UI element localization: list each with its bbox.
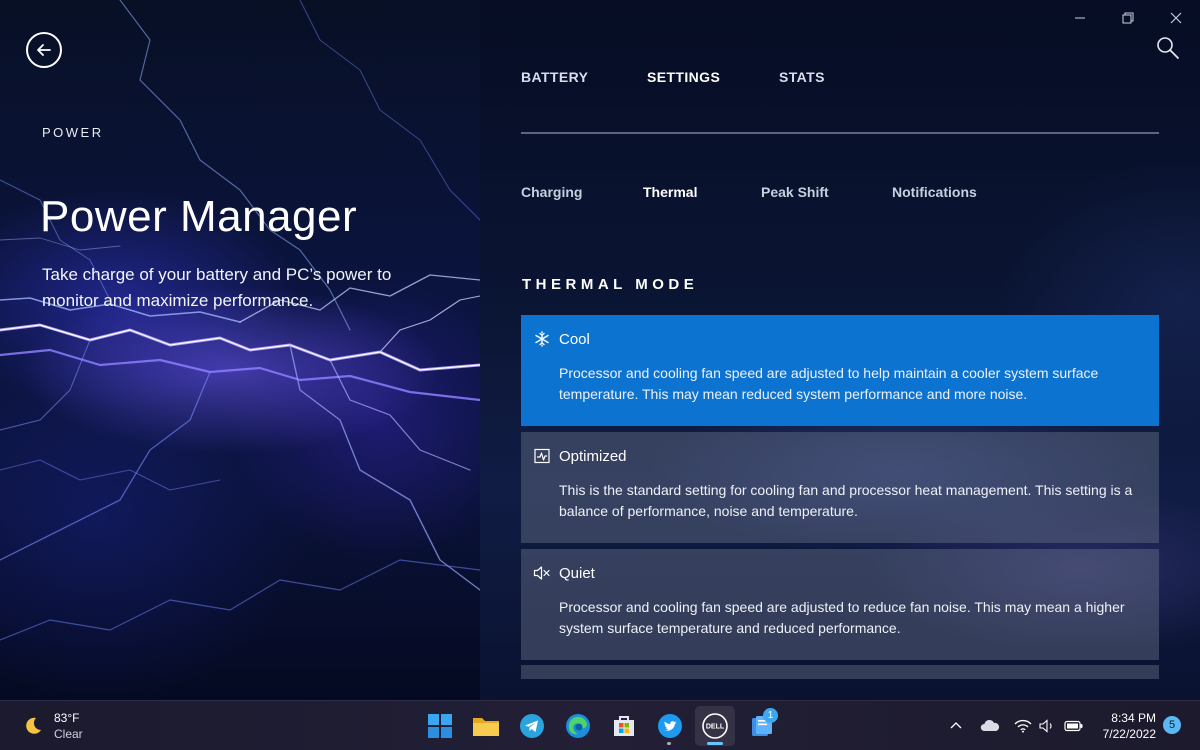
wifi-tray[interactable] <box>1013 716 1033 736</box>
volume-tray[interactable] <box>1038 716 1058 736</box>
mode-description: This is the standard setting for cooling… <box>559 482 1133 519</box>
taskbar-telegram[interactable] <box>517 711 547 741</box>
svg-text:DELL: DELL <box>706 724 725 731</box>
moon-icon <box>26 717 41 734</box>
taskbar-twitter[interactable] <box>655 711 685 741</box>
page-description: Take charge of your battery and PC’s pow… <box>42 265 392 310</box>
subtab-charging[interactable]: Charging <box>521 184 582 200</box>
clock-date: 7/22/2022 <box>1102 727 1156 741</box>
taskbar-edge[interactable] <box>563 711 593 741</box>
battery-icon <box>1064 720 1083 732</box>
tab-settings[interactable]: SETTINGS <box>647 69 779 85</box>
taskbar-microsoft-store[interactable] <box>609 711 639 741</box>
running-indicator <box>667 742 671 745</box>
mode-header: Optimized <box>533 447 627 465</box>
chevron-up-icon <box>950 722 962 729</box>
active-indicator <box>707 742 723 745</box>
weather-text: 83°F Clear <box>54 710 83 742</box>
mode-header: Quiet <box>533 564 595 582</box>
mode-name: Quiet <box>559 564 595 582</box>
back-button[interactable] <box>26 32 62 68</box>
cloud-icon <box>980 719 1000 731</box>
windows-logo-icon <box>428 714 452 738</box>
notification-center-badge[interactable]: 5 <box>1163 716 1181 734</box>
taskbar-file-explorer[interactable] <box>471 711 501 741</box>
minimize-icon <box>1075 17 1085 19</box>
search-button[interactable] <box>1155 35 1181 61</box>
arrow-left-icon <box>37 44 51 56</box>
mode-header: Cool <box>533 330 590 348</box>
folder-icon <box>473 718 499 736</box>
thermal-mode-quiet[interactable]: Quiet Processor and cooling fan speed ar… <box>521 549 1159 660</box>
weather-temp: 83°F <box>54 711 80 725</box>
onedrive-tray[interactable] <box>980 716 1000 736</box>
close-icon <box>1170 12 1182 24</box>
thermal-mode-optimized[interactable]: Optimized This is the standard setting f… <box>521 432 1159 543</box>
wifi-icon <box>1014 719 1032 733</box>
hero-panel: POWER Power Manager Take charge of your … <box>0 0 480 700</box>
minimize-button[interactable] <box>1068 8 1092 28</box>
tabs-divider <box>521 132 1159 134</box>
weather-condition: Clear <box>54 727 83 741</box>
main-tabs: BATTERY SETTINGS STATS <box>521 69 825 85</box>
subtab-peak-shift[interactable]: Peak Shift <box>761 184 829 200</box>
tab-battery[interactable]: BATTERY <box>521 69 647 85</box>
section-title: THERMAL MODE <box>522 276 699 293</box>
app-badge-count: 1 <box>763 708 778 723</box>
tab-stats[interactable]: STATS <box>779 69 825 85</box>
telegram-icon <box>520 714 544 738</box>
dell-logo-icon: DELL <box>702 713 728 739</box>
clock-time: 8:34 PM <box>1111 711 1156 725</box>
subtab-notifications[interactable]: Notifications <box>892 184 977 200</box>
mode-description: Processor and cooling fan speed are adju… <box>559 599 1125 636</box>
taskbar-dell-power-manager[interactable]: DELL <box>695 706 735 746</box>
weather-widget[interactable]: 83°F Clear <box>22 710 83 742</box>
twitter-icon <box>658 714 682 738</box>
show-hidden-icons-button[interactable] <box>946 716 966 736</box>
mode-name: Cool <box>559 330 590 348</box>
section-eyebrow: POWER <box>42 125 104 140</box>
start-button[interactable] <box>425 711 455 741</box>
mode-name: Optimized <box>559 447 627 465</box>
subtab-thermal[interactable]: Thermal <box>643 184 697 200</box>
taskbar: 83°F Clear DELL 8:34 PM 7/22/2022 5 <box>0 700 1200 750</box>
restore-button[interactable] <box>1116 8 1140 28</box>
speaker-mute-icon <box>533 564 551 582</box>
close-button[interactable] <box>1164 8 1188 28</box>
store-icon <box>614 716 634 736</box>
restore-icon <box>1122 12 1134 24</box>
speaker-icon <box>1039 719 1052 733</box>
search-icon <box>1157 37 1179 59</box>
mode-description: Processor and cooling fan speed are adju… <box>559 365 1099 402</box>
edge-icon <box>566 714 590 738</box>
lightning-background <box>0 0 480 641</box>
snowflake-icon <box>533 330 551 348</box>
settings-panel: BATTERY SETTINGS STATS Charging Thermal … <box>480 0 1200 700</box>
page-title: Power Manager <box>40 192 358 241</box>
thermal-mode-cool[interactable]: Cool Processor and cooling fan speed are… <box>521 315 1159 426</box>
clock[interactable]: 8:34 PM 7/22/2022 <box>1090 710 1156 742</box>
pulse-chart-icon <box>533 447 551 465</box>
next-mode-card-partial[interactable] <box>521 665 1159 679</box>
battery-tray[interactable] <box>1064 716 1084 736</box>
